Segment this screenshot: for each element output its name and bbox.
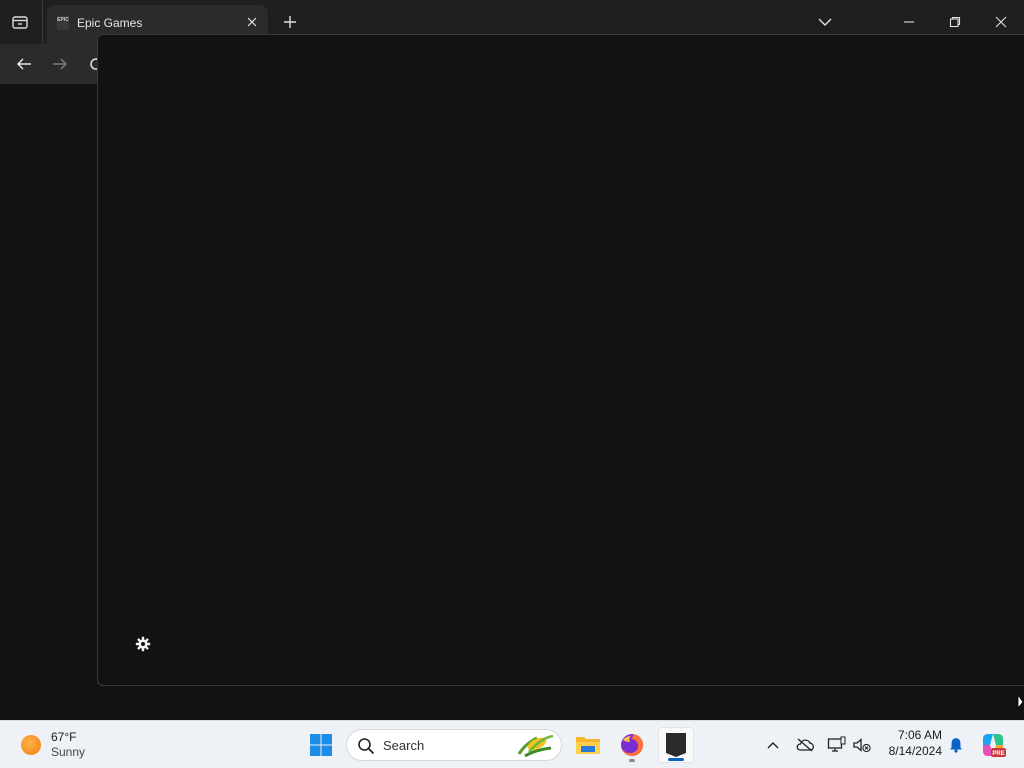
arrow-right-icon[interactable]: [48, 52, 72, 76]
tab-separator: [42, 0, 43, 44]
firefox-icon[interactable]: [614, 727, 650, 763]
onedrive-icon[interactable]: [794, 734, 816, 756]
tab-actions-icon[interactable]: [8, 10, 32, 34]
bell-icon[interactable]: [946, 735, 966, 755]
clock-date: 8/14/2024: [888, 744, 942, 758]
taskbar: 67°F Sunny Search 7:06 AM 8/14/2024 PRE: [0, 720, 1024, 768]
close-icon[interactable]: [989, 10, 1013, 34]
system-clock[interactable]: 7:06 AM 8/14/2024: [878, 728, 942, 758]
weather-condition: Sunny: [51, 745, 86, 759]
epic-games-icon[interactable]: [658, 727, 694, 763]
running-indicator: [668, 758, 684, 761]
taskbar-search[interactable]: Search: [346, 729, 562, 761]
svg-text:PRE: PRE: [992, 751, 1004, 757]
search-label: Search: [383, 738, 425, 753]
folder-icon[interactable]: [570, 727, 606, 763]
chevron-up-icon[interactable]: [762, 734, 784, 756]
weather-temperature: 67°F: [51, 730, 77, 744]
arrow-left-icon[interactable]: [12, 52, 36, 76]
restore-icon[interactable]: [943, 10, 967, 34]
corn-highlight-icon: [515, 732, 555, 758]
mouse-cursor-icon: [1017, 693, 1024, 710]
running-indicator: [629, 759, 635, 762]
plus-icon[interactable]: [280, 12, 300, 32]
close-icon[interactable]: [244, 14, 260, 30]
epic-games-launcher-window: [97, 34, 1024, 686]
sun-icon: [21, 735, 41, 755]
chevron-down-icon[interactable]: [814, 12, 836, 32]
epic-games-icon: EPIC: [57, 16, 69, 30]
windows-start-icon[interactable]: [306, 730, 336, 760]
search-icon: [357, 737, 375, 755]
gear-icon[interactable]: [134, 635, 152, 653]
tab-title: Epic Games: [77, 16, 143, 30]
network-icon[interactable]: [826, 734, 848, 756]
minimize-icon[interactable]: [897, 10, 921, 34]
weather-widget[interactable]: 67°F Sunny: [18, 728, 118, 762]
clock-time: 7:06 AM: [897, 728, 942, 742]
copilot-icon[interactable]: PRE: [979, 731, 1007, 759]
volume-icon[interactable]: [851, 734, 873, 756]
